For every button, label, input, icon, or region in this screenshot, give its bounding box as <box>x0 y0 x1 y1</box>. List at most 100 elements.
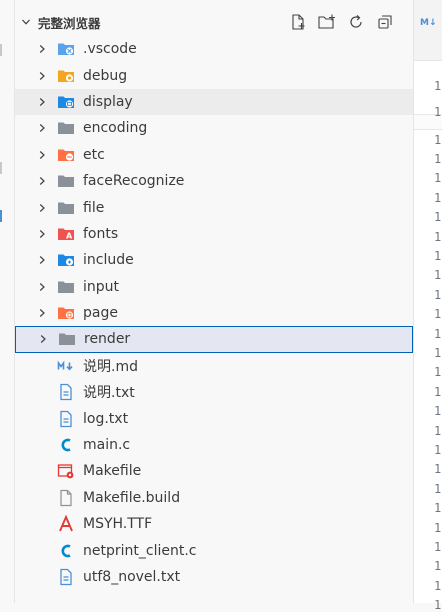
folder-icon <box>57 278 75 296</box>
explorer-section-title: 完整浏览器 <box>38 15 101 31</box>
folder-item[interactable]: display <box>15 88 413 116</box>
line-number: 1 <box>434 327 442 341</box>
item-label: log.txt <box>83 410 129 427</box>
folder-item[interactable]: .vscode <box>15 36 413 62</box>
item-label: page <box>83 305 118 322</box>
file-item[interactable]: log.txt <box>15 405 413 431</box>
chevron-right-icon[interactable] <box>35 280 49 294</box>
new-folder-icon[interactable] <box>317 12 337 32</box>
chevron-right-icon[interactable] <box>35 69 49 83</box>
chevron-right-icon[interactable] <box>35 121 49 135</box>
makefile-icon <box>57 462 75 480</box>
line-number: 1 <box>434 268 442 282</box>
file-item[interactable]: Makefile <box>15 458 413 484</box>
editor-tab-edge[interactable]: M↓ <box>414 0 442 61</box>
folder-item[interactable]: input <box>15 274 413 300</box>
file-item[interactable]: netprint_client.c <box>15 537 413 563</box>
folder-item[interactable]: faceRecognize <box>15 168 413 194</box>
chevron-right-icon[interactable] <box>35 174 49 188</box>
svg-text:A: A <box>66 231 73 240</box>
explorer-section-header[interactable]: 完整浏览器 <box>15 10 413 34</box>
folder-icon <box>57 119 75 137</box>
folder-item[interactable]: file <box>15 194 413 220</box>
display-folder-icon <box>57 93 75 111</box>
generic-file-icon <box>57 489 75 507</box>
etc-folder-icon <box>57 146 75 164</box>
line-number: 1 <box>434 579 442 593</box>
item-label: fonts <box>83 225 119 242</box>
file-item[interactable]: utf8_novel.txt <box>15 564 413 590</box>
file-item[interactable]: 说明.txt <box>15 379 413 405</box>
line-number: 1 <box>434 559 442 573</box>
chevron-down-icon[interactable] <box>20 16 32 28</box>
chevron-right-icon[interactable] <box>35 95 49 109</box>
line-number: 1 <box>434 404 442 418</box>
file-item[interactable]: 说明.md <box>15 353 413 379</box>
file-tree: .vscode debug display encoding etc faceRecogn… <box>15 36 413 590</box>
vscode-folder-icon <box>57 40 75 58</box>
chevron-right-icon[interactable] <box>35 253 49 267</box>
text-file-icon <box>57 383 75 401</box>
line-number: 1 <box>434 346 442 360</box>
folder-item[interactable]: Afonts <box>15 221 413 247</box>
c-file-icon <box>57 542 75 560</box>
item-label: utf8_novel.txt <box>83 569 181 585</box>
chevron-right-icon[interactable] <box>35 148 49 162</box>
text-file-icon <box>57 410 75 428</box>
fonts-folder-icon: A <box>57 225 75 243</box>
activity-marker <box>0 162 2 174</box>
chevron-right-icon[interactable] <box>35 42 49 56</box>
activity-bar-edge <box>0 0 15 603</box>
item-label: MSYH.TTF <box>83 516 153 533</box>
item-label: input <box>83 278 120 295</box>
line-number: 1 <box>434 598 442 612</box>
line-number: 1 <box>434 230 442 244</box>
editor-line-gutter: M↓ 1 1 1 1 1 1 1 1 1 1 1 1 1 1 1 1 1 1 1 1 1 1 1 1 1 1 1 <box>413 0 442 612</box>
line-number: 1 <box>434 385 442 399</box>
folder-item[interactable]: encoding <box>15 115 413 141</box>
folder-item[interactable]: include <box>15 247 413 273</box>
line-number: 1 <box>434 105 442 119</box>
refresh-icon[interactable] <box>346 12 366 32</box>
line-number: 1 <box>434 307 442 321</box>
explorer-actions <box>288 12 395 32</box>
collapse-all-icon[interactable] <box>375 12 395 32</box>
line-number: 1 <box>434 79 442 93</box>
chevron-right-icon[interactable] <box>35 306 49 320</box>
line-number: 1 <box>434 133 442 147</box>
file-item[interactable]: Makefile.build <box>15 485 413 511</box>
markdown-icon <box>57 357 75 375</box>
line-number: 1 <box>434 365 442 379</box>
folder-item[interactable]: etc <box>15 142 413 168</box>
file-item[interactable]: MSYH.TTF <box>15 511 413 537</box>
line-number: 1 <box>434 443 442 457</box>
line-number: 1 <box>434 288 442 302</box>
item-label: Makefile <box>83 463 142 480</box>
page-folder-icon <box>57 304 75 322</box>
chevron-right-icon[interactable] <box>36 332 50 346</box>
chevron-right-icon[interactable] <box>35 227 49 241</box>
item-label: etc <box>83 146 105 163</box>
line-number: 1 <box>434 152 442 166</box>
new-file-icon[interactable] <box>288 12 308 32</box>
item-label: render <box>84 331 131 348</box>
folder-item[interactable]: page <box>15 300 413 326</box>
chevron-right-icon[interactable] <box>35 201 49 215</box>
folder-item[interactable]: debug <box>15 62 413 88</box>
include-folder-icon <box>57 251 75 269</box>
text-file-icon <box>57 568 75 586</box>
line-number: 1 <box>434 521 442 535</box>
item-label: main.c <box>83 437 131 454</box>
item-label: debug <box>83 67 128 84</box>
folder-item[interactable]: render <box>15 326 413 353</box>
file-item[interactable]: main.c <box>15 432 413 458</box>
line-number: 1 <box>434 249 442 263</box>
item-label: display <box>83 93 133 110</box>
item-label: netprint_client.c <box>83 542 197 559</box>
line-number: 1 <box>434 482 442 496</box>
explorer-panel: 完整浏览器 .vscode debug display encoding etc face… <box>15 0 413 603</box>
line-number: 1 <box>434 540 442 554</box>
folder-icon <box>57 172 75 190</box>
line-number: 1 <box>434 424 442 438</box>
folder-icon <box>58 330 76 348</box>
